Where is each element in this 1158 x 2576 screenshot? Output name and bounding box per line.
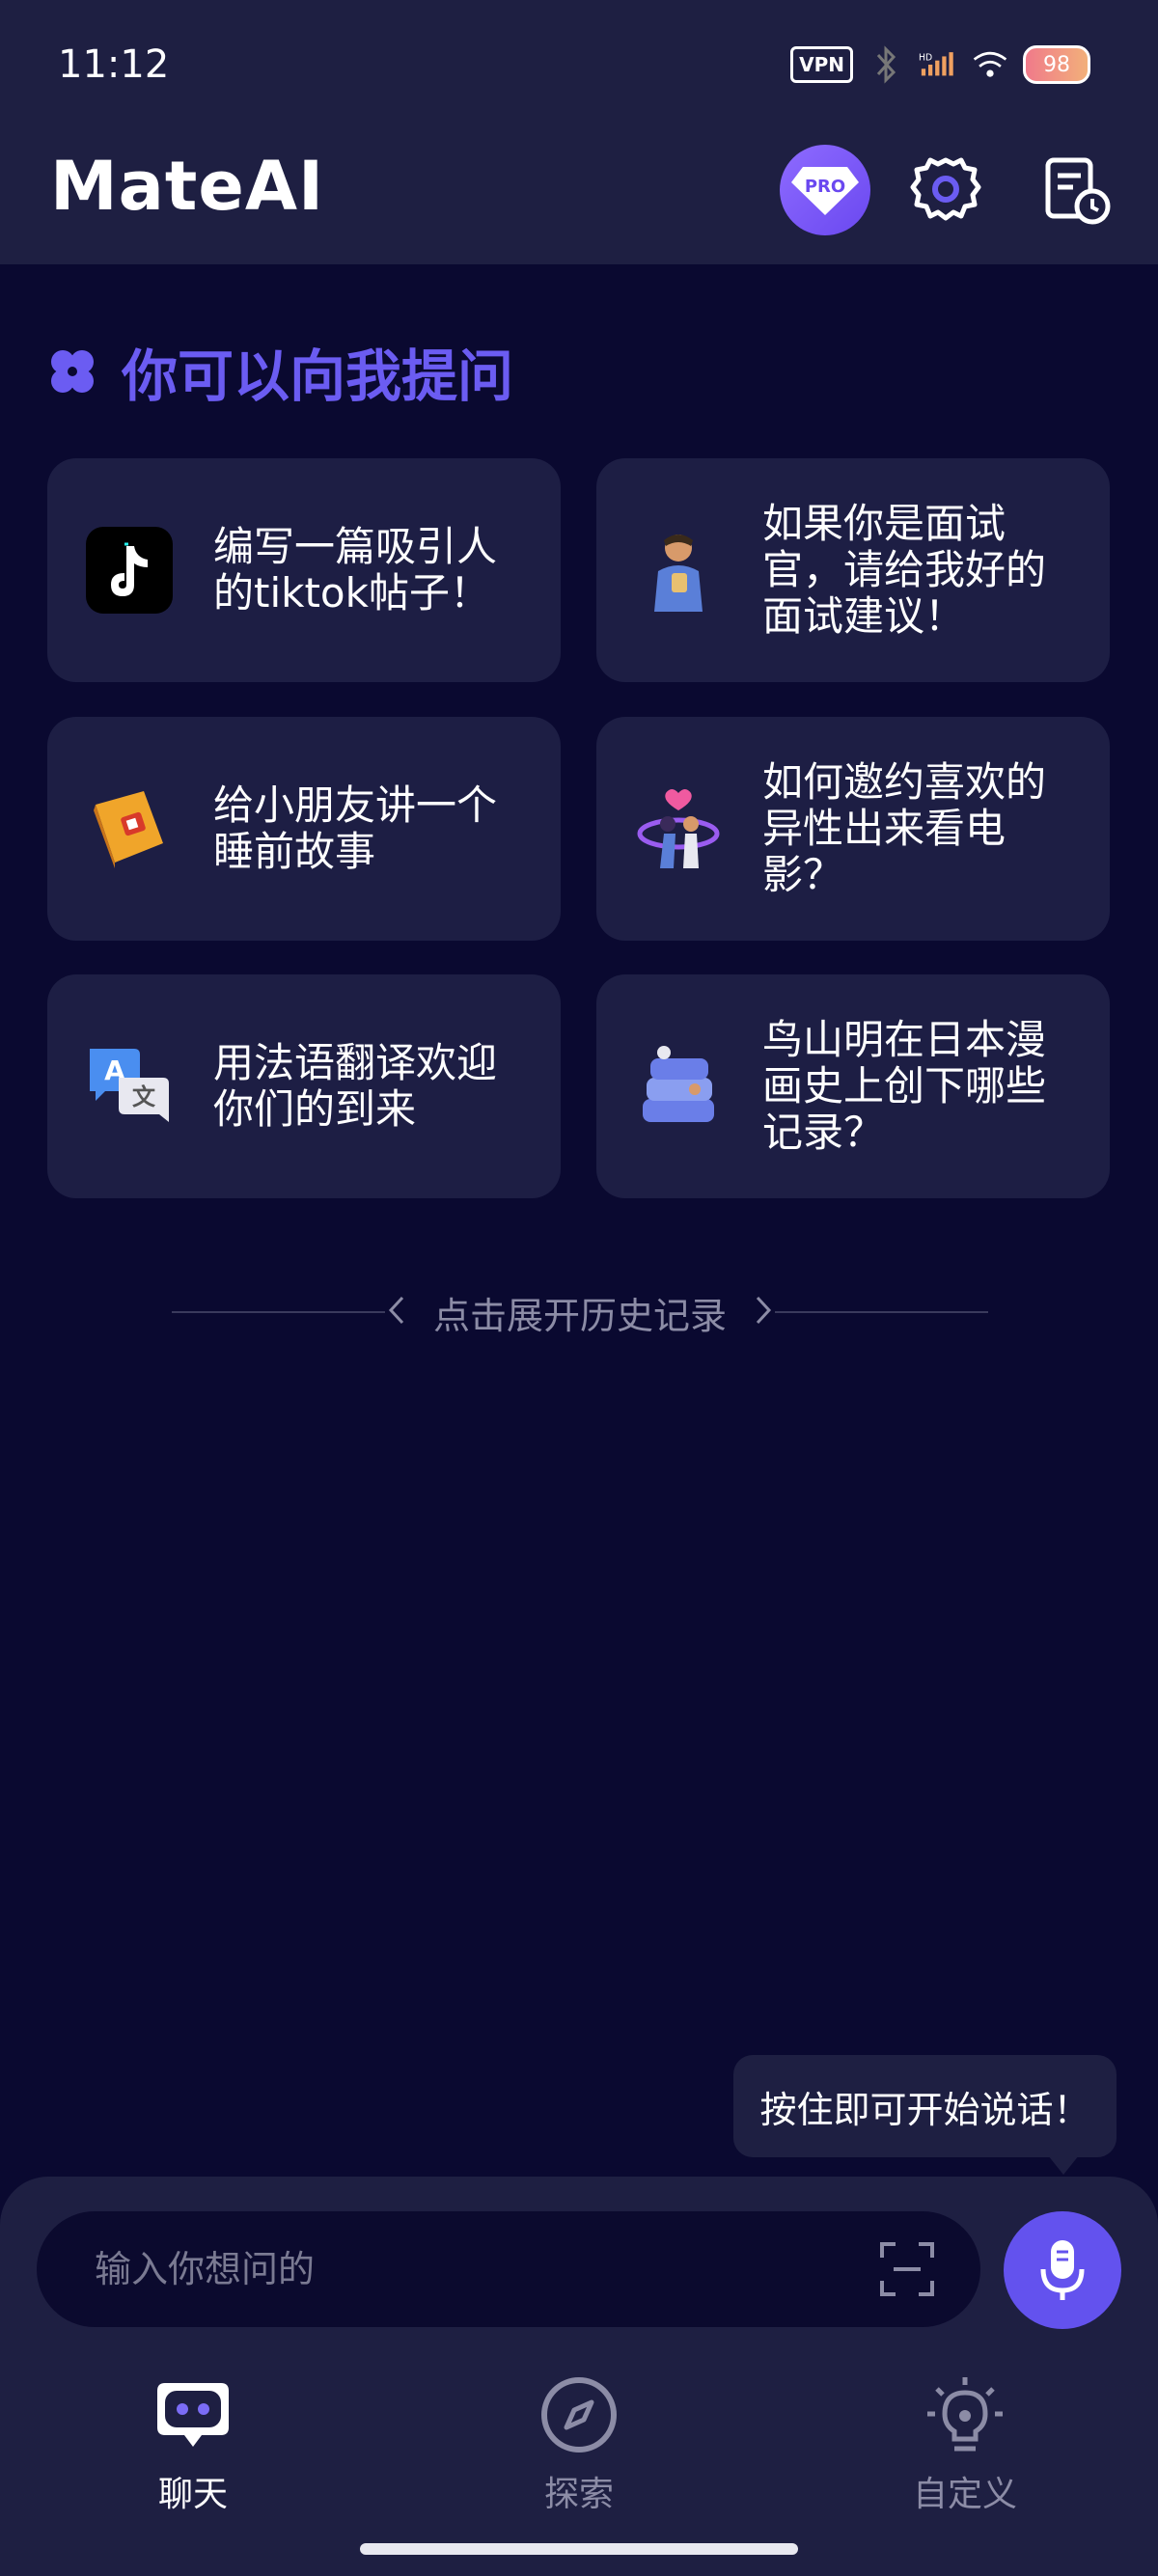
prompt-card-text: 如何邀约喜欢的异性出来看电影？	[762, 758, 1047, 898]
history-expander[interactable]: 点击展开历史记录	[172, 1288, 989, 1337]
microphone-icon	[1040, 2240, 1085, 2300]
prompt-card-text: 给小朋友讲一个睡前故事	[213, 781, 498, 875]
lightbulb-icon	[927, 2377, 1003, 2452]
message-input[interactable]	[95, 2211, 847, 2327]
settings-button[interactable]	[909, 154, 982, 228]
book-icon	[94, 791, 163, 868]
nav-label: 自定义	[912, 2475, 1017, 2514]
nav-custom[interactable]: 自定义	[840, 2373, 1090, 2518]
nav-chat[interactable]: 聊天	[68, 2373, 318, 2518]
history-button[interactable]	[1040, 154, 1114, 228]
home-indicator	[360, 2543, 798, 2555]
app-title: MateAI	[50, 147, 325, 226]
gear-icon	[910, 157, 981, 221]
bluetooth-icon	[867, 45, 905, 84]
pro-icon: PRO	[791, 167, 859, 215]
divider	[172, 1311, 385, 1313]
chevron-left-icon	[385, 1294, 406, 1330]
wifi-icon	[971, 45, 1009, 84]
app-header: 11:12 VPN HD 98 MateAI PRO	[0, 0, 1158, 264]
voice-tooltip: 按住即可开始说话！	[733, 2055, 1117, 2157]
signal-icon: HD	[919, 45, 957, 84]
prompt-card[interactable]: A 文 用法语翻译欢迎你们的到来	[47, 974, 561, 1198]
status-time: 11:12	[58, 42, 170, 87]
prompt-card[interactable]: 如果你是面试官，请给我好的面试建议！	[596, 458, 1110, 682]
section-title: 你可以向我提问	[122, 343, 514, 409]
tooltip-tail	[1048, 2155, 1079, 2175]
manga-books-icon	[643, 1046, 714, 1122]
interviewer-icon	[654, 534, 703, 612]
prompt-card-text: 鸟山明在日本漫画史上创下哪些记录？	[762, 1016, 1047, 1156]
status-icons: VPN HD 98	[790, 41, 1090, 89]
clover-icon	[51, 350, 94, 393]
svg-text:PRO: PRO	[805, 177, 845, 197]
pro-button[interactable]: PRO	[780, 145, 870, 235]
svg-text:HD: HD	[919, 53, 932, 64]
battery-icon: 98	[1023, 45, 1090, 84]
compass-icon	[541, 2377, 617, 2453]
chat-bot-icon	[157, 2383, 229, 2447]
nav-explore[interactable]: 探索	[454, 2373, 704, 2518]
romance-icon	[637, 789, 720, 868]
prompt-card[interactable]: 鸟山明在日本漫画史上创下哪些记录？	[596, 974, 1110, 1198]
history-icon	[1045, 157, 1111, 225]
prompt-card-text: 如果你是面试官，请给我好的面试建议！	[762, 500, 1047, 640]
prompt-card-text: 用法语翻译欢迎你们的到来	[213, 1039, 498, 1133]
message-input-box[interactable]	[37, 2211, 980, 2327]
prompt-card-text: 编写一篇吸引人的tiktok帖子！	[213, 523, 498, 617]
prompt-card[interactable]: 给小朋友讲一个睡前故事	[47, 717, 561, 941]
tiktok-icon	[86, 527, 173, 614]
history-label: 点击展开历史记录	[433, 1294, 728, 1337]
chevron-right-icon	[754, 1294, 775, 1330]
nav-label: 探索	[543, 2475, 614, 2514]
svg-text:文: 文	[132, 1083, 156, 1110]
vpn-icon: VPN	[790, 46, 853, 83]
prompts-heading: 你可以向我提问	[48, 338, 513, 409]
nav-label: 聊天	[157, 2475, 228, 2514]
prompt-card[interactable]: 编写一篇吸引人的tiktok帖子！	[47, 458, 561, 682]
mic-button[interactable]	[1004, 2211, 1121, 2329]
divider	[775, 1311, 989, 1313]
scan-icon[interactable]	[878, 2240, 936, 2298]
translate-icon: A 文	[90, 1049, 169, 1122]
prompt-card[interactable]: 如何邀约喜欢的异性出来看电影？	[596, 717, 1110, 941]
